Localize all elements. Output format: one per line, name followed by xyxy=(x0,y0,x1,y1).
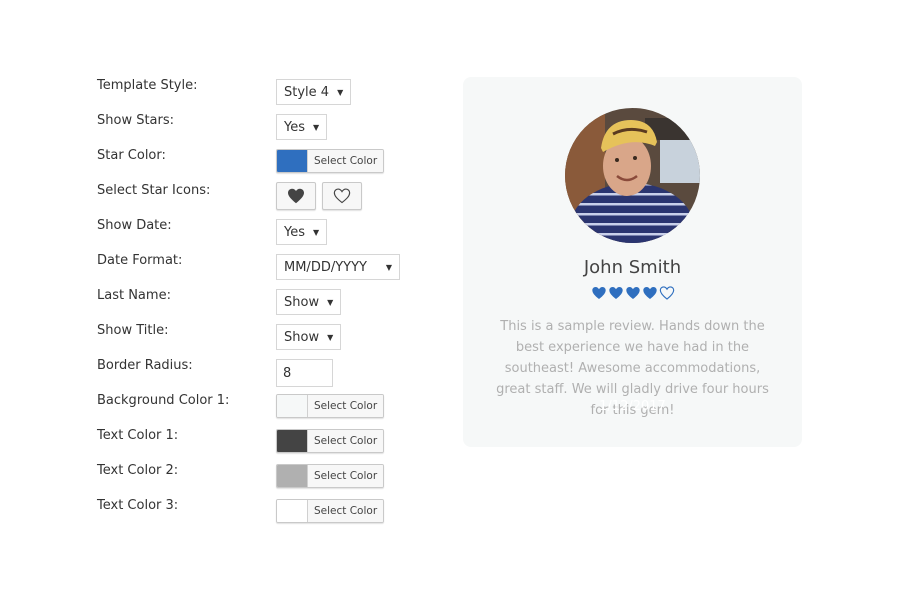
text-color-3-row: Text Color 3: Select Color xyxy=(97,498,417,533)
settings-panel: Template Style: Style 4 ▼ Show Stars: Ye… xyxy=(97,78,417,533)
heart-outline-option-button[interactable] xyxy=(322,182,363,210)
date-format-value: MM/DD/YYYY xyxy=(284,259,367,275)
heart-filled-icon xyxy=(625,286,640,300)
template-style-select[interactable]: Style 4 ▼ xyxy=(276,79,352,105)
heart-outline-icon xyxy=(659,286,674,300)
date-format-select[interactable]: MM/DD/YYYY ▼ xyxy=(276,254,400,280)
star-color-swatch[interactable] xyxy=(277,150,308,172)
text-color-1-picker[interactable]: Select Color xyxy=(276,429,385,453)
text-color-2-picker[interactable]: Select Color xyxy=(276,464,385,488)
background-color-1-select-button[interactable]: Select Color xyxy=(308,395,384,417)
show-stars-select[interactable]: Yes ▼ xyxy=(276,114,328,140)
heart-filled-icon xyxy=(591,286,606,300)
avatar xyxy=(565,108,700,243)
show-stars-value: Yes xyxy=(284,119,305,135)
star-icons-row: Select Star Icons: xyxy=(97,182,417,218)
heart-filled-icon xyxy=(608,286,623,300)
date-format-row: Date Format: MM/DD/YYYY ▼ xyxy=(97,253,417,288)
dropdown-caret-icon: ▼ xyxy=(327,297,334,307)
background-color-1-swatch[interactable] xyxy=(277,395,308,417)
show-title-select[interactable]: Show ▼ xyxy=(276,324,342,350)
dropdown-caret-icon: ▼ xyxy=(337,87,344,97)
dropdown-caret-icon: ▼ xyxy=(327,332,334,342)
border-radius-row: Border Radius: xyxy=(97,358,417,393)
heart-outline-icon xyxy=(333,188,351,204)
heart-filled-option-button[interactable] xyxy=(276,182,316,210)
border-radius-label: Border Radius: xyxy=(97,358,193,373)
border-radius-input[interactable] xyxy=(276,359,333,387)
dropdown-caret-icon: ▼ xyxy=(313,122,320,132)
text-color-1-label: Text Color 1: xyxy=(97,428,179,443)
reviewer-name: John Smith xyxy=(583,257,682,278)
background-color-1-picker[interactable]: Select Color xyxy=(276,394,385,418)
background-color-1-label: Background Color 1: xyxy=(97,393,230,408)
background-color-1-row: Background Color 1: Select Color xyxy=(97,393,417,428)
template-style-value: Style 4 xyxy=(284,84,330,100)
show-stars-label: Show Stars: xyxy=(97,113,175,128)
dropdown-caret-icon: ▼ xyxy=(385,262,392,272)
reviewer-photo xyxy=(565,108,700,243)
text-color-2-row: Text Color 2: Select Color xyxy=(97,463,417,498)
show-date-select[interactable]: Yes ▼ xyxy=(276,219,328,245)
date-format-label: Date Format: xyxy=(97,253,183,268)
review-date: 1/12/2017 xyxy=(599,399,666,414)
text-color-3-label: Text Color 3: xyxy=(97,498,179,513)
star-color-select-button[interactable]: Select Color xyxy=(308,150,384,172)
show-date-row: Show Date: Yes ▼ xyxy=(97,218,417,253)
star-rating xyxy=(463,286,802,300)
dropdown-caret-icon: ▼ xyxy=(313,227,320,237)
show-date-value: Yes xyxy=(284,224,305,240)
star-icons-label: Select Star Icons: xyxy=(97,183,211,198)
show-title-value: Show xyxy=(284,329,320,345)
show-date-label: Show Date: xyxy=(97,218,172,233)
template-style-row: Template Style: Style 4 ▼ xyxy=(97,78,417,113)
show-title-label: Show Title: xyxy=(97,323,169,338)
text-color-3-swatch[interactable] xyxy=(277,500,308,522)
text-color-1-row: Text Color 1: Select Color xyxy=(97,428,417,463)
last-name-label: Last Name: xyxy=(97,288,171,303)
text-color-3-select-button[interactable]: Select Color xyxy=(308,500,384,522)
review-preview-card: John Smith This is a sample review. Hand… xyxy=(463,77,802,447)
show-stars-row: Show Stars: Yes ▼ xyxy=(97,113,417,148)
heart-filled-icon xyxy=(288,188,304,204)
heart-filled-icon xyxy=(642,286,657,300)
text-color-2-swatch[interactable] xyxy=(277,465,308,487)
text-color-2-select-button[interactable]: Select Color xyxy=(308,465,384,487)
last-name-row: Last Name: Show ▼ xyxy=(97,288,417,323)
text-color-3-picker[interactable]: Select Color xyxy=(276,499,385,523)
last-name-select[interactable]: Show ▼ xyxy=(276,289,342,315)
last-name-value: Show xyxy=(284,294,320,310)
template-style-label: Template Style: xyxy=(97,78,198,93)
star-color-picker[interactable]: Select Color xyxy=(276,149,385,173)
star-color-row: Star Color: Select Color xyxy=(97,148,417,183)
text-color-2-label: Text Color 2: xyxy=(97,463,179,478)
show-title-row: Show Title: Show ▼ xyxy=(97,323,417,358)
text-color-1-swatch[interactable] xyxy=(277,430,308,452)
star-color-label: Star Color: xyxy=(97,148,166,163)
text-color-1-select-button[interactable]: Select Color xyxy=(308,430,384,452)
